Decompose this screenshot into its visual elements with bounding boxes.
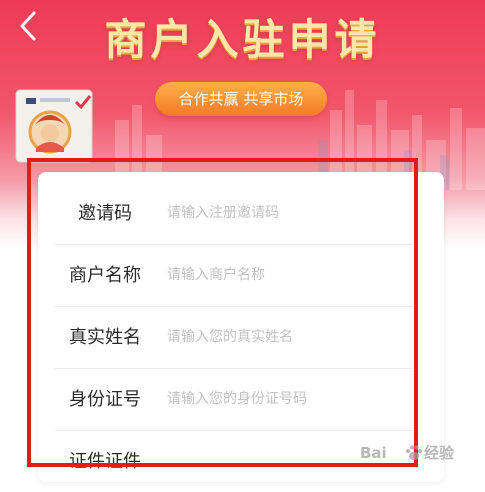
real-name-label: 真实姓名 <box>69 327 141 348</box>
invite-code-input[interactable] <box>167 198 407 228</box>
page-title: 商户入驻申请 <box>104 15 381 64</box>
form-row-id-number: 身份证号 <box>55 369 413 431</box>
invite-code-label: 邀请码 <box>78 203 132 224</box>
form-row-real-name: 真实姓名 <box>55 307 413 369</box>
id-number-label: 身份证号 <box>69 389 141 410</box>
paw-icon <box>406 445 422 460</box>
application-form: 邀请码 商户名称 真实姓名 身份证号 证件证件 <box>38 172 444 482</box>
form-row-invite-code: 邀请码 <box>55 183 413 245</box>
baidu-jingyan-watermark: Bai 经验 <box>360 440 470 466</box>
merchant-document-illustration <box>15 89 93 163</box>
watermark-text-2: 经验 <box>424 444 455 462</box>
id-number-input[interactable] <box>167 384 407 414</box>
real-name-input[interactable] <box>167 322 407 352</box>
form-row-merchant-name: 商户名称 <box>55 245 413 307</box>
watermark-text: Bai <box>360 444 387 462</box>
certificate-label: 证件证件 <box>69 451 141 472</box>
merchant-name-label: 商户名称 <box>69 265 141 286</box>
slogan-badge: 合作共赢 共享市场 <box>155 82 327 116</box>
merchant-name-input[interactable] <box>167 260 407 290</box>
